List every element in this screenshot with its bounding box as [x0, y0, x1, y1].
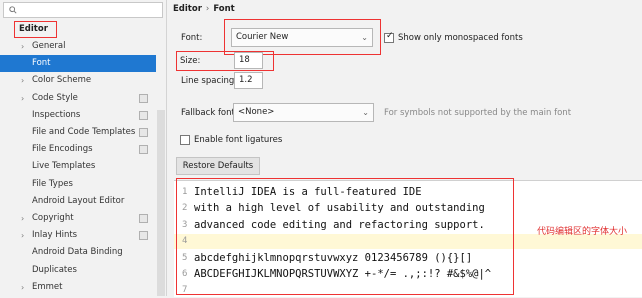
sidebar-item-label: Code Style: [32, 92, 78, 103]
chevron-right-icon[interactable]: ›: [21, 279, 24, 296]
line-spacing-label: Line spacing:: [181, 76, 238, 86]
sidebar-item-duplicates[interactable]: Duplicates: [0, 262, 156, 279]
chevron-right-icon[interactable]: ›: [21, 210, 24, 227]
sidebar-item-android-data-binding[interactable]: Android Data Binding: [0, 244, 156, 261]
sidebar-item-label: Android Data Binding: [32, 247, 123, 258]
sidebar-scrollbar[interactable]: [157, 110, 165, 296]
project-scope-icon: [139, 231, 148, 241]
sidebar-item-file-types[interactable]: File Types: [0, 176, 156, 193]
breadcrumb-parent[interactable]: Editor: [173, 4, 202, 14]
breadcrumb-separator: ›: [205, 4, 210, 14]
sidebar-item-live-templates[interactable]: Live Templates: [0, 158, 156, 175]
project-scope-icon: [139, 145, 148, 155]
highlight-box-size: [176, 51, 274, 71]
sidebar-item-label: Inlay Hints: [32, 230, 78, 241]
sidebar-item-label: Font: [32, 58, 51, 69]
sidebar-item-label: Color Scheme: [32, 75, 92, 86]
project-scope-icon: [139, 128, 148, 137]
settings-search-input[interactable]: [3, 2, 163, 18]
sidebar-item-label: File Types: [32, 178, 73, 189]
fallback-font-label: Fallback font:: [181, 108, 238, 118]
sidebar-item-label: Live Templates: [32, 161, 96, 172]
monospaced-label: Show only monospaced fonts: [398, 33, 523, 43]
sidebar-item-file-encodings[interactable]: File Encodings: [0, 141, 156, 158]
monospaced-checkbox[interactable]: [384, 31, 394, 43]
ligatures-label: Enable font ligatures: [194, 135, 283, 145]
chevron-down-icon: ⌄: [362, 108, 369, 117]
sidebar-item-copyright[interactable]: › Copyright: [0, 210, 156, 227]
highlight-box-preview: [176, 178, 514, 295]
chevron-right-icon[interactable]: ›: [21, 72, 24, 89]
sidebar-item-label: File Encodings: [32, 144, 93, 155]
sidebar-item-label: Duplicates: [32, 264, 77, 275]
fallback-font-dropdown[interactable]: <None> ⌄: [233, 103, 374, 122]
sidebar-item-label: File and Code Templates: [32, 127, 136, 137]
sidebar-item-android-layout-editor[interactable]: Android Layout Editor: [0, 193, 156, 210]
chevron-right-icon[interactable]: ›: [21, 227, 24, 244]
highlight-box-font: [224, 19, 381, 55]
sidebar-item-color-scheme[interactable]: › Color Scheme: [0, 72, 156, 89]
sidebar-item-code-style[interactable]: › Code Style: [0, 90, 156, 107]
breadcrumb-current: Font: [213, 4, 235, 14]
project-scope-icon: [139, 110, 148, 120]
project-scope-icon: [139, 214, 148, 223]
font-label: Font:: [181, 33, 203, 43]
search-icon: [9, 6, 17, 14]
sidebar-item-emmet[interactable]: › Emmet: [0, 279, 156, 296]
fallback-font-value: <None>: [238, 107, 275, 117]
sidebar-item-inspections[interactable]: Inspections: [0, 107, 156, 124]
sidebar-item-label: Emmet: [32, 281, 63, 292]
sidebar-item-file-and-code-templates[interactable]: File and Code Templates: [0, 124, 156, 141]
line-spacing-input[interactable]: 1.2: [234, 72, 263, 89]
chevron-right-icon[interactable]: ›: [21, 38, 24, 55]
highlight-box-editor: [14, 21, 57, 38]
sidebar-item-label: General: [32, 41, 66, 51]
sidebar-item-label: Android Layout Editor: [32, 195, 125, 206]
restore-defaults-button[interactable]: Restore Defaults: [176, 157, 260, 175]
ligatures-checkbox[interactable]: [180, 135, 190, 145]
sidebar-item-general[interactable]: › General: [0, 38, 156, 55]
annotation-text: 代码编辑区的字体大小: [537, 227, 628, 237]
project-scope-icon: [139, 93, 148, 103]
sidebar-item-label: Copyright: [32, 213, 74, 223]
breadcrumb: Editor › Font: [173, 4, 235, 14]
chevron-right-icon[interactable]: ›: [21, 90, 24, 107]
sidebar-item-font[interactable]: Font: [0, 55, 156, 73]
sidebar-item-inlay-hints[interactable]: › Inlay Hints: [0, 227, 156, 244]
sidebar-item-label: Inspections: [32, 109, 81, 120]
fallback-hint: For symbols not supported by the main fo…: [384, 108, 572, 118]
